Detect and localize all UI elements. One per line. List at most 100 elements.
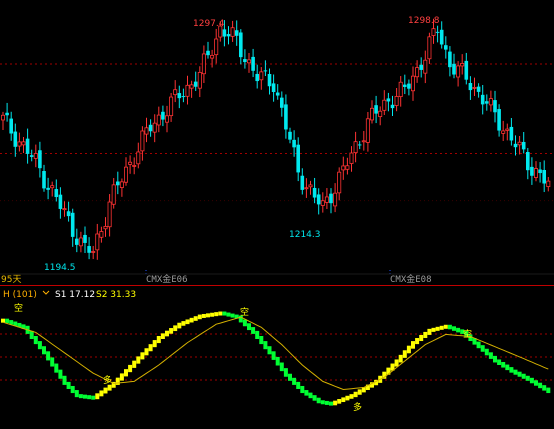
- candle-body-up: [324, 196, 329, 203]
- indicator-step-down: [5, 318, 10, 324]
- candle-body-up: [144, 127, 149, 135]
- indicator-step-down: [525, 375, 530, 381]
- candle-body-down: [243, 59, 247, 63]
- candle-body-down: [390, 104, 395, 109]
- candle-body-down: [83, 234, 87, 243]
- indicator-step-down: [521, 373, 526, 379]
- indicator-step-down: [251, 327, 256, 334]
- low-label-0: 1194.5: [44, 263, 76, 273]
- indicator-step-down: [513, 369, 518, 375]
- indicator-step-down: [493, 355, 497, 363]
- candle-body-down: [407, 83, 411, 89]
- candle-body-up: [169, 96, 174, 117]
- indicator-step-up: [349, 394, 354, 399]
- candle-body-down: [234, 30, 239, 36]
- indicator-step-down: [329, 401, 333, 406]
- indicator-step-up: [345, 395, 350, 401]
- candle-body-down: [538, 169, 542, 174]
- indicator-step-up: [357, 389, 362, 395]
- indicator-step-down: [279, 362, 284, 372]
- candle-body-up: [246, 59, 251, 64]
- candle-body-down: [435, 31, 440, 33]
- candle-body-down: [542, 170, 546, 184]
- contract-label-2: CMX金E08: [390, 273, 432, 285]
- indicator-step-up: [156, 336, 161, 344]
- indicator-step-up: [99, 390, 104, 397]
- indicator-step-down: [529, 377, 534, 384]
- indicator-step-down: [259, 336, 264, 345]
- candle-body-up: [410, 75, 415, 92]
- indicator-step-down: [488, 352, 493, 359]
- indicator-step-up: [181, 321, 186, 326]
- indicator-step-up: [103, 387, 108, 394]
- candle-body-up: [345, 165, 350, 170]
- candle-body-up: [456, 65, 461, 78]
- candle-body-down: [75, 238, 79, 245]
- indicator-step-down: [283, 368, 288, 377]
- candle-body-down: [177, 93, 182, 99]
- candle-body-up: [95, 233, 100, 251]
- candle-body-down: [526, 152, 530, 171]
- indicator-step-up: [201, 313, 206, 318]
- indicator-step-up: [193, 316, 198, 321]
- indicator-step-up: [124, 369, 128, 377]
- candle-body-up: [173, 89, 178, 96]
- mark-long-2: 多: [353, 401, 362, 413]
- candle-body-down: [38, 150, 42, 169]
- indicator-step-up: [148, 344, 153, 352]
- days-label: 95天: [1, 275, 21, 285]
- indicator-step-down: [263, 341, 268, 350]
- indicator-step-down: [83, 394, 87, 399]
- candle-body-up: [164, 115, 169, 123]
- indicator-step-up: [337, 399, 342, 404]
- candle-body-down: [288, 131, 292, 140]
- candle-body-up: [361, 140, 366, 143]
- candle-body-down: [46, 187, 50, 190]
- candle-body-down: [181, 96, 186, 98]
- indicator-step-down: [226, 312, 231, 317]
- indicator-step-up: [398, 354, 403, 363]
- indicator-step-up: [115, 377, 120, 385]
- candle-body-down: [521, 141, 526, 150]
- indicator-step-down: [46, 351, 51, 361]
- high-label-2: 1298.8: [408, 16, 440, 26]
- indicator-step-up: [1, 318, 5, 323]
- candle-body-down: [148, 124, 153, 132]
- candle-body-up: [349, 152, 354, 164]
- indicator-step-up: [439, 325, 444, 330]
- indicator-step-down: [230, 313, 235, 318]
- candle-body-down: [485, 101, 489, 104]
- indicator-step-up: [210, 312, 215, 317]
- candle-body-down: [161, 111, 165, 120]
- candle-body-up: [128, 161, 133, 165]
- candle-body-down: [280, 97, 284, 108]
- candle-body-down: [403, 84, 407, 87]
- s2-value: S2 31.33: [96, 290, 136, 300]
- candle-body-up: [353, 141, 358, 154]
- indicator-step-up: [136, 356, 141, 364]
- indicator-step-up: [435, 326, 440, 331]
- indicator-step-down: [476, 341, 481, 349]
- indicator-step-up: [144, 348, 149, 356]
- indicator-step-up: [431, 327, 436, 332]
- candle-body-down: [480, 94, 485, 105]
- indicator-step-down: [78, 394, 83, 399]
- candle-body-up: [320, 200, 325, 206]
- indicator-step-down: [452, 326, 456, 331]
- candle-body-up: [415, 67, 420, 78]
- indicator-step-down: [288, 373, 292, 381]
- indicator-step-down: [447, 324, 452, 330]
- indicator-step-down: [505, 364, 510, 371]
- indicator-step-down: [292, 377, 297, 385]
- candle-body-down: [54, 189, 59, 198]
- indicator-step-up: [218, 311, 223, 316]
- mark-short-2: 空: [240, 306, 249, 318]
- candle-body-up: [103, 225, 108, 230]
- candle-body-up: [132, 165, 137, 167]
- candle-body-down: [275, 92, 280, 96]
- candle-body-up: [152, 122, 157, 133]
- indicator-step-down: [62, 375, 67, 385]
- contract-label-1: CMX金E06: [146, 273, 188, 285]
- indicator-step-down: [66, 381, 71, 389]
- candle-body-up: [107, 201, 112, 228]
